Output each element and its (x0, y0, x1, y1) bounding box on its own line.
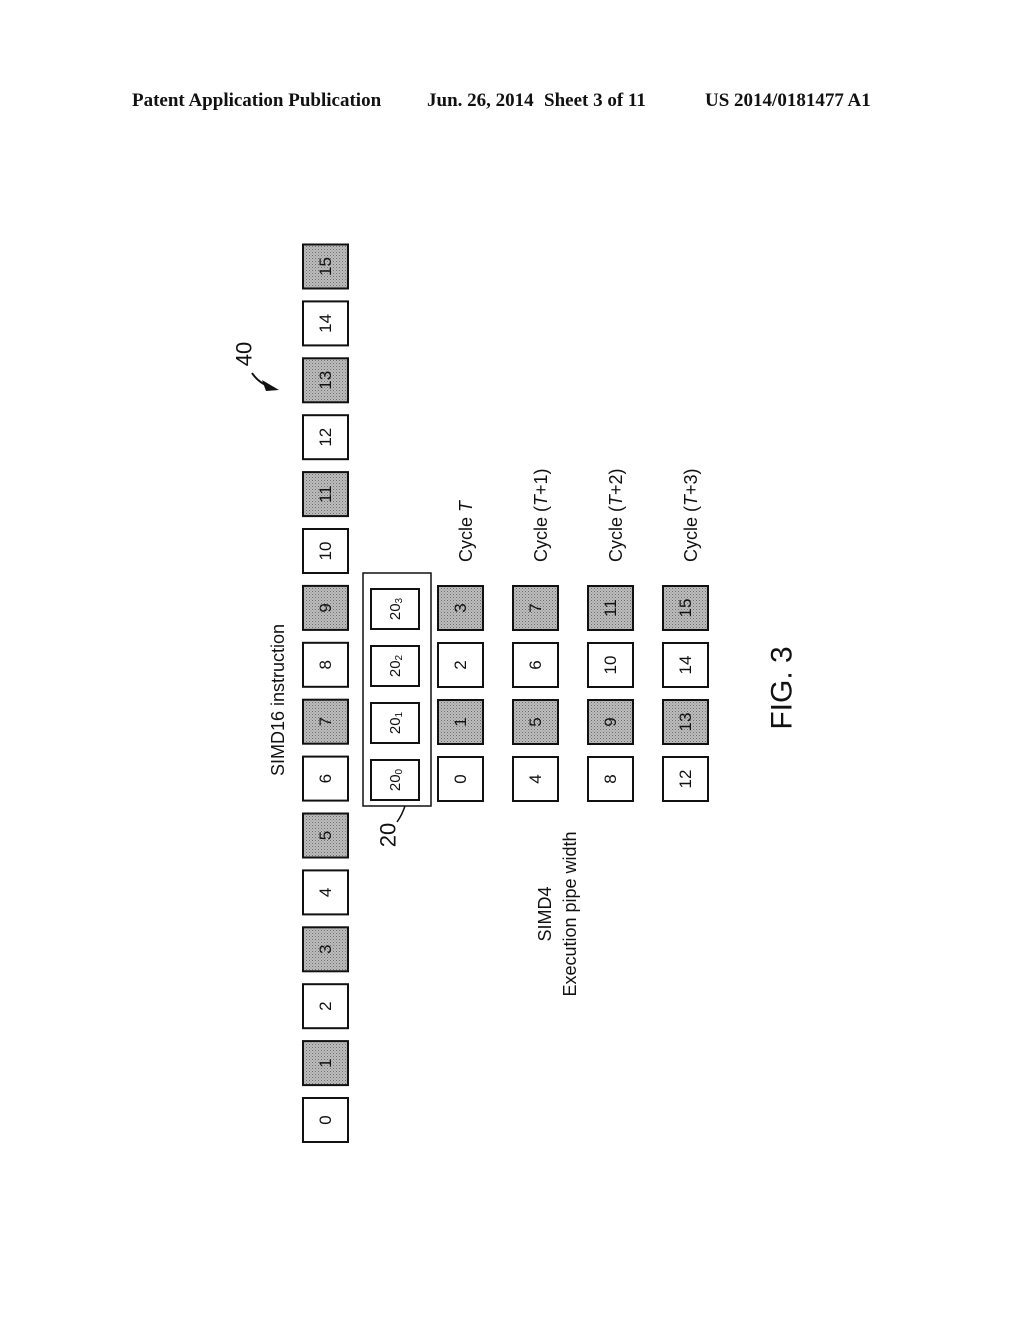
pipe-20-1: 201 (370, 702, 420, 744)
lane-label: 3 (316, 945, 335, 954)
cycle-label: Cycle (T+3) (681, 468, 701, 562)
lane-label: 4 (526, 774, 545, 783)
reference-40: 40 (232, 342, 257, 366)
reference-20-leader (396, 805, 406, 823)
lane-label: 0 (316, 1115, 335, 1124)
lane-label: 8 (601, 774, 620, 783)
simd16-lane-4: 4 (302, 869, 349, 916)
simd16-lane-12: 12 (302, 414, 349, 461)
lane-label: 1 (316, 1058, 335, 1067)
simd4-pipe-group: 200 201 202 203 (362, 572, 432, 807)
simd16-lane-14: 14 (302, 300, 349, 347)
cycle-lane-13: 13 (662, 699, 709, 745)
cycle-lane-3: 3 (437, 585, 484, 631)
pipe-20-3: 203 (370, 588, 420, 630)
cycle-column-2: 8 9 10 11 Cycle (T+2) (587, 468, 634, 802)
pipe-20-0: 200 (370, 759, 420, 801)
lane-label: 10 (316, 542, 335, 561)
cycle-lane-8: 8 (587, 756, 634, 802)
simd16-lane-6: 6 (302, 755, 349, 802)
simd16-lanes: 0123456789101112131415 (302, 243, 349, 1143)
lane-label: 7 (526, 603, 545, 612)
cycle-lane-2: 2 (437, 642, 484, 688)
lane-label: 1 (451, 717, 470, 726)
cycle-grid: 0123Cycle T4567Cycle (T+1)891011Cycle (T… (437, 468, 709, 802)
simd16-lane-9: 9 (302, 584, 349, 631)
cycle-lane-10: 10 (587, 642, 634, 688)
lane-label: 13 (676, 713, 695, 732)
cycle-lane-11: 11 (587, 585, 634, 631)
cycle-column-0: 0 1 2 3 Cycle T (437, 499, 484, 802)
cycle-column-3: 12 13 14 15 Cycle (T+3) (662, 468, 709, 802)
figure-caption: FIG. 3 (766, 646, 799, 729)
lane-label: 12 (676, 770, 695, 789)
cycle-lane-0: 0 (437, 756, 484, 802)
cycle-lane-1: 1 (437, 699, 484, 745)
arrowhead-icon (262, 380, 279, 391)
figure-3-diagram: 0123456789101112131415 200201202203 0123… (232, 243, 799, 1143)
cycle-lane-12: 12 (662, 756, 709, 802)
simd4-label: SIMD4 (535, 886, 555, 941)
lane-label: 11 (601, 599, 620, 617)
lane-label: 4 (316, 888, 335, 897)
cycle-lane-6: 6 (512, 642, 559, 688)
simd16-lane-7: 7 (302, 698, 349, 745)
lane-label: 10 (601, 656, 620, 675)
lane-label: 6 (526, 660, 545, 669)
simd16-lane-1: 1 (302, 1040, 349, 1087)
cycle-lane-9: 9 (587, 699, 634, 745)
simd16-lane-15: 15 (302, 243, 349, 290)
lane-label: 15 (316, 257, 335, 276)
lane-label: 15 (676, 599, 695, 618)
lane-label: 6 (316, 774, 335, 783)
lane-label: 0 (451, 774, 470, 783)
simd16-lane-8: 8 (302, 641, 349, 688)
lane-label: 2 (451, 660, 470, 669)
simd16-lane-10: 10 (302, 528, 349, 574)
simd16-lane-0: 0 (302, 1097, 349, 1143)
simd16-lane-2: 2 (302, 983, 349, 1030)
lane-label: 2 (316, 1001, 335, 1010)
simd16-lane-3: 3 (302, 926, 349, 973)
lane-label: 11 (316, 485, 335, 503)
cycle-label: Cycle (T+1) (531, 468, 551, 562)
lane-label: 14 (316, 314, 335, 333)
cycle-lane-5: 5 (512, 699, 559, 745)
lane-label: 5 (316, 831, 335, 840)
simd16-lane-11: 11 (302, 471, 349, 518)
cycle-lane-14: 14 (662, 642, 709, 688)
simd16-instruction-label: SIMD16 instruction (268, 624, 288, 776)
cycle-label: Cycle (T+2) (606, 468, 626, 562)
lane-label: 14 (676, 656, 695, 675)
reference-20: 20 (376, 823, 401, 847)
lane-label: 9 (601, 717, 620, 726)
simd16-lane-5: 5 (302, 812, 349, 859)
cycle-lane-4: 4 (512, 756, 559, 802)
lane-label: 13 (316, 371, 335, 390)
execution-pipe-width-label: Execution pipe width (560, 831, 580, 996)
lane-label: 9 (316, 603, 335, 612)
lane-label: 12 (316, 428, 335, 447)
lane-label: 8 (316, 660, 335, 669)
cycle-lane-7: 7 (512, 585, 559, 631)
cycle-column-1: 4 5 6 7 Cycle (T+1) (512, 468, 559, 802)
lane-label: 3 (451, 603, 470, 612)
lane-label: 5 (526, 717, 545, 726)
cycle-label: Cycle T (456, 499, 476, 562)
simd16-lane-13: 13 (302, 357, 349, 404)
cycle-lane-15: 15 (662, 585, 709, 631)
lane-label: 7 (316, 717, 335, 726)
pipe-20-2: 202 (370, 645, 420, 687)
